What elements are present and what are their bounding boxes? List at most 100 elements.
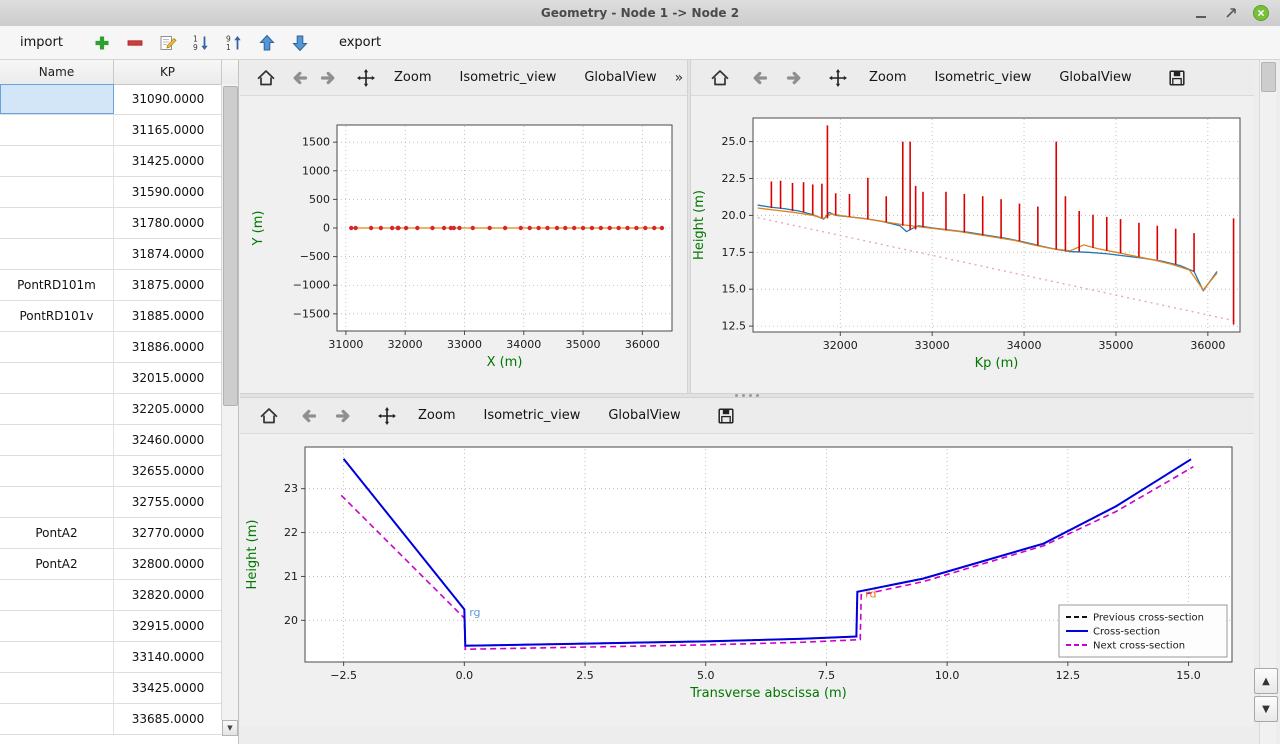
table-row[interactable]: 33425.0000 [0,673,222,704]
table-scrollbar-thumb[interactable] [223,86,238,406]
scroll-down-button[interactable]: ▼ [1254,696,1278,722]
global-view-button[interactable]: GlobalView [598,403,690,428]
kp-cell[interactable]: 32655.0000 [114,456,222,486]
window-scrollbar-thumb[interactable] [1261,62,1276,92]
isometric-view-button[interactable]: Isometric_view [449,65,566,90]
restore-button[interactable] [1222,4,1240,22]
kp-cell[interactable]: 31165.0000 [114,115,222,145]
name-cell[interactable] [0,580,114,610]
table-row[interactable]: 32755.0000 [0,487,222,518]
move-down-button[interactable] [288,31,312,55]
kp-cell[interactable]: 31425.0000 [114,146,222,176]
table-row[interactable]: 31780.0000 [0,208,222,239]
table-row[interactable]: 32915.0000 [0,611,222,642]
kp-cell[interactable]: 31090.0000 [114,84,222,114]
remove-row-button[interactable] [123,31,147,55]
name-cell[interactable] [0,456,114,486]
name-cell[interactable] [0,704,114,734]
kp-cell[interactable]: 32460.0000 [114,425,222,455]
name-cell[interactable] [0,332,114,362]
kp-cell[interactable]: 32820.0000 [114,580,222,610]
table-row[interactable]: 31590.0000 [0,177,222,208]
kp-cell[interactable]: 31590.0000 [114,177,222,207]
kp-cell[interactable]: 31874.0000 [114,239,222,269]
pan-button[interactable] [374,403,400,429]
move-up-button[interactable] [255,31,279,55]
kp-cell[interactable]: 32015.0000 [114,363,222,393]
table-row[interactable]: 32820.0000 [0,580,222,611]
export-button[interactable]: export [331,31,389,54]
kp-cell[interactable]: 32205.0000 [114,394,222,424]
name-cell[interactable]: PontRD101m [0,270,114,300]
name-cell[interactable] [0,487,114,517]
name-cell[interactable] [0,425,114,455]
table-row[interactable]: 31874.0000 [0,239,222,270]
back-button[interactable] [747,65,773,91]
forward-button[interactable] [330,403,356,429]
kp-cell[interactable]: 32770.0000 [114,518,222,548]
kp-cell[interactable]: 33140.0000 [114,642,222,672]
home-button[interactable] [256,403,282,429]
table-row[interactable]: PontA232800.0000 [0,549,222,580]
long-profile-figure[interactable]: 320003300034000350003600012.515.017.520.… [691,96,1254,396]
name-cell[interactable] [0,208,114,238]
pan-button[interactable] [825,65,851,91]
table-row[interactable]: PontA232770.0000 [0,518,222,549]
window-scrollbar[interactable] [1259,60,1276,744]
kp-cell[interactable]: 31886.0000 [114,332,222,362]
zoom-button[interactable]: Zoom [859,65,916,90]
table-row[interactable]: 32655.0000 [0,456,222,487]
table-scrollbar[interactable]: ▼ [221,84,238,720]
name-cell[interactable] [0,611,114,641]
close-button[interactable] [1252,4,1270,22]
home-button[interactable] [256,65,276,91]
kp-cell[interactable]: 32915.0000 [114,611,222,641]
kp-cell[interactable]: 32800.0000 [114,549,222,579]
global-view-button[interactable]: GlobalView [1049,65,1141,90]
back-button[interactable] [290,65,310,91]
sort-descending-button[interactable]: 91 [222,31,246,55]
name-cell[interactable]: PontA2 [0,518,114,548]
kp-cell[interactable]: 31780.0000 [114,208,222,238]
kp-cell[interactable]: 33685.0000 [114,704,222,734]
isometric-view-button[interactable]: Isometric_view [473,403,590,428]
sort-ascending-button[interactable]: 19 [189,31,213,55]
pan-button[interactable] [356,65,376,91]
table-row[interactable]: 31090.0000 [0,84,222,115]
forward-button[interactable] [781,65,807,91]
plan-view-figure[interactable]: 310003200033000340003500036000−1500−1000… [240,96,687,396]
table-row[interactable]: 32460.0000 [0,425,222,456]
zoom-button[interactable]: Zoom [384,65,441,90]
table-row[interactable]: 33685.0000 [0,704,222,735]
table-row[interactable]: 31165.0000 [0,115,222,146]
column-header-kp[interactable]: KP [114,60,222,84]
name-cell[interactable] [0,177,114,207]
save-button[interactable] [713,403,739,429]
minimize-button[interactable] [1192,4,1210,22]
table-row[interactable]: PontRD101m31875.0000 [0,270,222,301]
name-cell[interactable] [0,115,114,145]
forward-button[interactable] [318,65,338,91]
name-cell[interactable] [0,363,114,393]
cross-section-figure[interactable]: −2.50.02.55.07.510.012.515.020212223Tran… [240,434,1254,730]
isometric-view-button[interactable]: Isometric_view [924,65,1041,90]
name-cell[interactable]: PontRD101v [0,301,114,331]
name-cell[interactable] [0,673,114,703]
name-cell[interactable] [0,394,114,424]
table-row[interactable]: 31886.0000 [0,332,222,363]
kp-cell[interactable]: 33425.0000 [114,673,222,703]
add-row-button[interactable] [90,31,114,55]
toolbar-overflow-button[interactable]: » [675,70,684,86]
name-cell[interactable]: PontA2 [0,549,114,579]
table-row[interactable]: 31425.0000 [0,146,222,177]
name-cell[interactable] [0,146,114,176]
back-button[interactable] [296,403,322,429]
name-cell[interactable] [0,642,114,672]
zoom-button[interactable]: Zoom [408,403,465,428]
table-row[interactable]: 32205.0000 [0,394,222,425]
kp-cell[interactable]: 31885.0000 [114,301,222,331]
kp-cell[interactable]: 32755.0000 [114,487,222,517]
import-button[interactable]: import [12,31,71,54]
home-button[interactable] [707,65,733,91]
save-button[interactable] [1164,65,1190,91]
